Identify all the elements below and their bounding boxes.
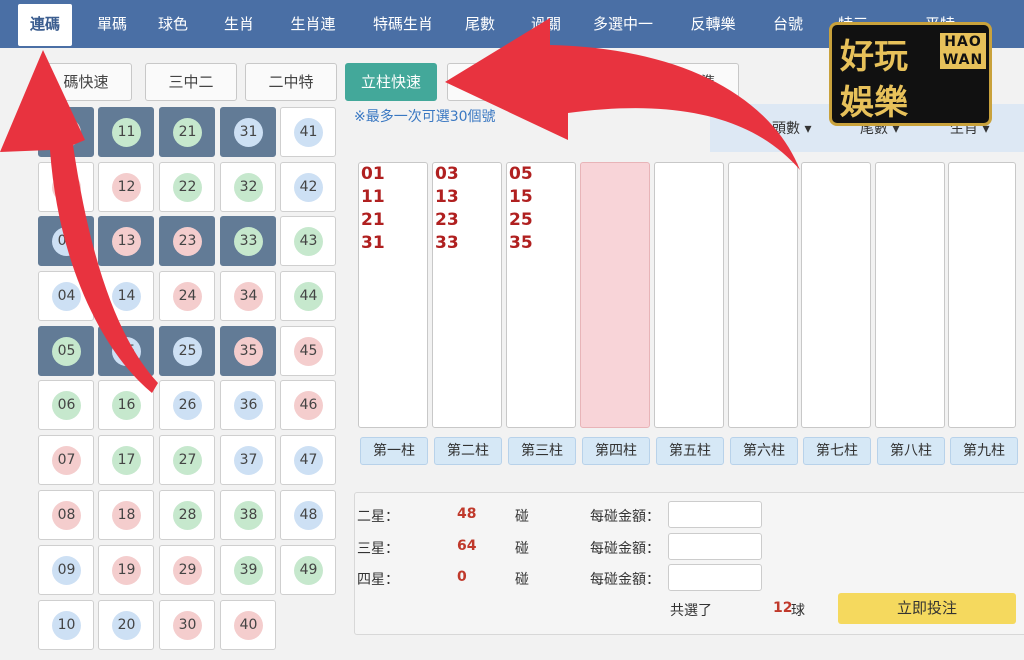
logo-line1: 好玩 (840, 37, 908, 77)
right-arrow-icon (445, 18, 800, 170)
left-arrow-icon (0, 50, 158, 393)
logo-line2: 娛樂 (840, 83, 908, 123)
brand-logo: 好玩 娛樂 HAO WAN (829, 22, 992, 126)
logo-english: HAO WAN (940, 33, 986, 69)
